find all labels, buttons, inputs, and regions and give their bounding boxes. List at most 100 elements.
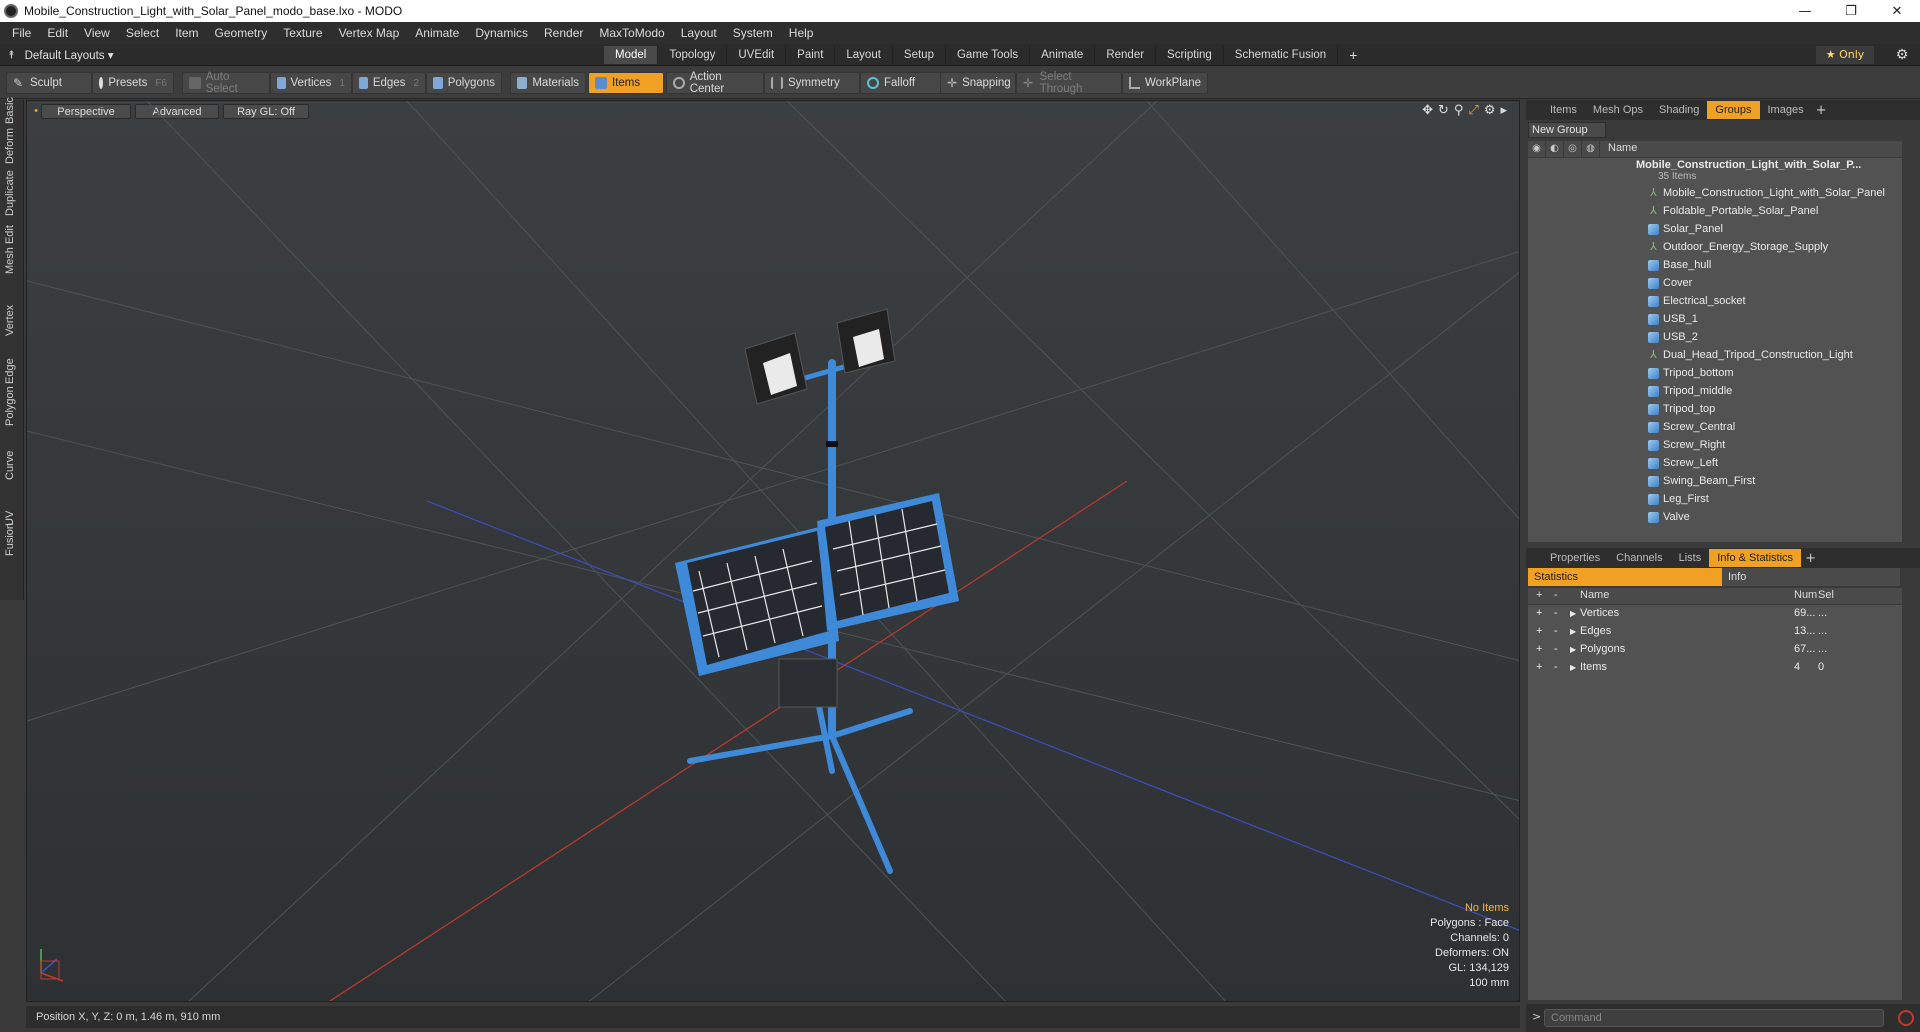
stats-row[interactable]: + - ▶ Edges 13...... — [1528, 623, 1902, 641]
menu-system[interactable]: System — [725, 26, 781, 40]
tab-render[interactable]: Render — [1095, 46, 1157, 64]
stats-row[interactable]: + - ▶ Polygons 67...... — [1528, 641, 1902, 659]
collapse-all-icon[interactable]: - — [1554, 589, 1558, 601]
layouts-dropdown[interactable]: ⯭ Default Layouts ▾ — [0, 44, 114, 66]
group-list-item[interactable]: Base_hull — [1528, 256, 1902, 274]
group-root[interactable]: Mobile_Construction_Light_with_Solar_P..… — [1528, 158, 1902, 182]
menu-render[interactable]: Render — [536, 26, 591, 40]
menu-item[interactable]: Item — [167, 26, 206, 40]
tab-channels[interactable]: Channels — [1608, 549, 1670, 567]
group-list-item[interactable]: Screw_Central — [1528, 418, 1902, 436]
menu-help[interactable]: Help — [781, 26, 822, 40]
command-input[interactable]: Command — [1544, 1009, 1884, 1027]
tab-images[interactable]: Images — [1760, 101, 1812, 119]
3d-viewport[interactable]: • Perspective Advanced Ray GL: Off ✥ ↻ ⚲… — [26, 100, 1520, 1002]
visibility-icon[interactable]: ◉ — [1528, 141, 1546, 157]
snapping-button[interactable]: ✛ Snapping — [940, 72, 1016, 94]
tab-scripting[interactable]: Scripting — [1156, 46, 1224, 64]
expand-row-icon[interactable]: + — [1536, 661, 1542, 673]
expand-all-icon[interactable]: + — [1536, 589, 1542, 601]
items-button[interactable]: Items — [588, 72, 664, 94]
group-list-item[interactable]: Cover — [1528, 274, 1902, 292]
tab-game-tools[interactable]: Game Tools — [946, 46, 1031, 64]
menu-dynamics[interactable]: Dynamics — [467, 26, 536, 40]
group-list-item[interactable]: USB_2 — [1528, 328, 1902, 346]
group-list-item[interactable]: Solar_Panel — [1528, 220, 1902, 238]
group-list-item[interactable]: ⅄ Dual_Head_Tripod_Construction_Light — [1528, 346, 1902, 364]
tab-lists[interactable]: Lists — [1671, 549, 1710, 567]
tab-statistics[interactable]: Statistics — [1528, 568, 1722, 586]
tab-fusion[interactable]: Fusion — [0, 523, 24, 578]
menu-layout[interactable]: Layout — [673, 26, 725, 40]
new-group-button[interactable]: New Group — [1528, 122, 1606, 138]
add-tab-icon[interactable]: + — [1816, 103, 1827, 118]
tab-polygon[interactable]: Polygon — [0, 386, 24, 454]
maximize-button[interactable]: ❐ — [1828, 0, 1874, 22]
tab-topology[interactable]: Topology — [658, 46, 728, 64]
group-list-item[interactable]: Screw_Right — [1528, 436, 1902, 454]
group-list-item[interactable]: Valve — [1528, 508, 1902, 526]
stats-row[interactable]: + - ▶ Items 4 0 — [1528, 659, 1902, 677]
edges-button[interactable]: Edges 2 — [352, 72, 426, 94]
menu-texture[interactable]: Texture — [275, 26, 330, 40]
tab-info-statistics[interactable]: Info & Statistics — [1709, 549, 1802, 567]
group-list-item[interactable]: Tripod_middle — [1528, 382, 1902, 400]
minimize-button[interactable]: — — [1782, 0, 1828, 22]
expand-row-icon[interactable]: + — [1536, 607, 1542, 619]
tab-paint[interactable]: Paint — [786, 46, 836, 64]
group-list-item[interactable]: Leg_First — [1528, 490, 1902, 508]
render-icon[interactable]: ◐ — [1546, 141, 1564, 157]
select-through-button[interactable]: ✛ Select Through — [1016, 71, 1122, 95]
menu-view[interactable]: View — [76, 26, 118, 40]
action-center-button[interactable]: Action Center — [666, 71, 764, 95]
group-list-item[interactable]: Screw_Left — [1528, 454, 1902, 472]
tab-items[interactable]: Items — [1542, 101, 1585, 119]
menu-geometry[interactable]: Geometry — [207, 26, 276, 40]
presets-button[interactable]: Presets F6 — [92, 72, 174, 94]
tab-schematic-fusion[interactable]: Schematic Fusion — [1224, 46, 1339, 64]
only-toggle[interactable]: ★ Only — [1816, 46, 1874, 64]
polygons-button[interactable]: Polygons — [426, 72, 502, 94]
group-list-item[interactable]: ⅄ Mobile_Construction_Light_with_Solar_Pa… — [1528, 184, 1902, 202]
add-tab-icon[interactable]: + — [1805, 551, 1816, 566]
disclosure-icon[interactable]: ▶ — [1570, 609, 1576, 618]
tab-properties[interactable]: Properties — [1542, 549, 1608, 567]
disclosure-icon[interactable]: ▶ — [1570, 663, 1576, 672]
tab-mesh-ops[interactable]: Mesh Ops — [1585, 101, 1651, 119]
collapse-row-icon[interactable]: - — [1554, 607, 1558, 619]
tab-shading[interactable]: Shading — [1651, 101, 1707, 119]
menu-file[interactable]: File — [4, 26, 39, 40]
group-list-item[interactable]: USB_1 — [1528, 310, 1902, 328]
workplane-button[interactable]: WorkPlane — [1122, 72, 1208, 94]
tab-setup[interactable]: Setup — [893, 46, 946, 64]
vertices-button[interactable]: Vertices 1 — [270, 72, 352, 94]
collapse-row-icon[interactable]: - — [1554, 625, 1558, 637]
auto-select-button[interactable]: Auto Select — [182, 71, 270, 95]
tab-uvedit[interactable]: UVEdit — [727, 46, 787, 64]
menu-maxtomodo[interactable]: MaxToModo — [591, 26, 672, 40]
stats-row[interactable]: + - ▶ Vertices 69...... — [1528, 605, 1902, 623]
collapse-row-icon[interactable]: - — [1554, 643, 1558, 655]
expand-row-icon[interactable]: + — [1536, 643, 1542, 655]
group-list-item[interactable]: Swing_Beam_First — [1528, 472, 1902, 490]
add-tab-button[interactable]: + — [1338, 46, 1368, 64]
close-button[interactable]: ✕ — [1874, 0, 1920, 22]
menu-select[interactable]: Select — [118, 26, 167, 40]
tab-animate[interactable]: Animate — [1030, 46, 1096, 64]
group-list-item[interactable]: Electrical_socket — [1528, 292, 1902, 310]
tab-model[interactable]: Model — [604, 46, 659, 64]
disclosure-icon[interactable]: ▶ — [1570, 627, 1576, 636]
tab-curve[interactable]: Curve — [0, 451, 24, 500]
group-list-item[interactable]: ⅄ Outdoor_Energy_Storage_Supply — [1528, 238, 1902, 256]
lock-icon[interactable]: ◎ — [1564, 141, 1582, 157]
group-list-item[interactable]: ⅄ Foldable_Portable_Solar_Panel — [1528, 202, 1902, 220]
collapse-row-icon[interactable]: - — [1554, 661, 1558, 673]
gear-icon[interactable]: ⚙ — [1892, 46, 1912, 64]
expand-row-icon[interactable]: + — [1536, 625, 1542, 637]
menu-vertex-map[interactable]: Vertex Map — [331, 26, 408, 40]
menu-edit[interactable]: Edit — [39, 26, 76, 40]
materials-button[interactable]: Materials — [510, 72, 586, 94]
select-icon[interactable]: ◍ — [1582, 141, 1600, 157]
group-list-item[interactable]: Tripod_bottom — [1528, 364, 1902, 382]
falloff-button[interactable]: Falloff — [860, 72, 948, 94]
